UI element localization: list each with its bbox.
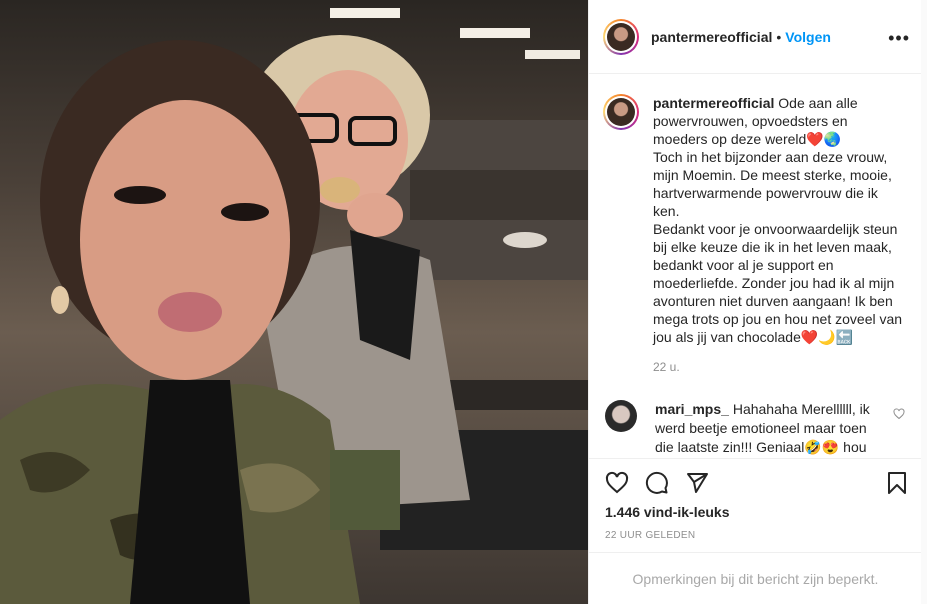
follow-button[interactable]: Volgen bbox=[785, 29, 831, 45]
caption-avatar[interactable] bbox=[603, 94, 639, 130]
likes-count[interactable]: 1.446 vind-ik-leuks bbox=[605, 504, 730, 520]
save-icon[interactable] bbox=[885, 471, 909, 495]
like-icon[interactable] bbox=[605, 471, 629, 495]
post-photo[interactable] bbox=[0, 0, 588, 604]
avatar[interactable] bbox=[603, 18, 639, 55]
share-icon[interactable] bbox=[685, 471, 709, 495]
comment-item: mari_mps_ Hahahaha Merellllll, ik werd b… bbox=[605, 400, 915, 457]
comments-limited-notice: Opmerkingen bij dit bericht zijn beperkt… bbox=[589, 552, 922, 605]
comment-icon[interactable] bbox=[645, 471, 669, 495]
header-username[interactable]: pantermereofficial bbox=[651, 29, 772, 45]
caption-username[interactable]: pantermereofficial bbox=[653, 95, 774, 111]
caption-text: pantermereofficial Ode aan alle powervro… bbox=[653, 94, 903, 376]
caption: pantermereofficial Ode aan alle powervro… bbox=[603, 94, 903, 376]
photo-illustration bbox=[0, 8, 588, 604]
post-time[interactable]: 22 UUR GELEDEN bbox=[605, 530, 695, 541]
comments-area[interactable]: pantermereofficial Ode aan alle powervro… bbox=[589, 74, 922, 458]
action-bar bbox=[589, 458, 922, 503]
caption-time[interactable]: 22 u. bbox=[653, 358, 903, 376]
caption-line-2: Toch in het bijzonder aan deze vrouw, mi… bbox=[653, 149, 892, 219]
post-side-panel: pantermereofficial • Volgen ••• panterme… bbox=[588, 0, 922, 604]
comment-avatar[interactable] bbox=[605, 400, 637, 432]
separator-dot: • bbox=[776, 28, 782, 45]
comment-like-icon[interactable] bbox=[893, 408, 905, 420]
page-edge bbox=[921, 0, 927, 604]
post-header: pantermereofficial • Volgen ••• bbox=[589, 0, 922, 74]
comment-username[interactable]: mari_mps_ bbox=[655, 401, 729, 417]
caption-line-3: Bedankt voor je onvoorwaardelijk steun b… bbox=[653, 221, 903, 345]
more-options-icon[interactable]: ••• bbox=[888, 28, 910, 49]
comment-text-block: mari_mps_ Hahahaha Merellllll, ik werd b… bbox=[655, 400, 885, 457]
